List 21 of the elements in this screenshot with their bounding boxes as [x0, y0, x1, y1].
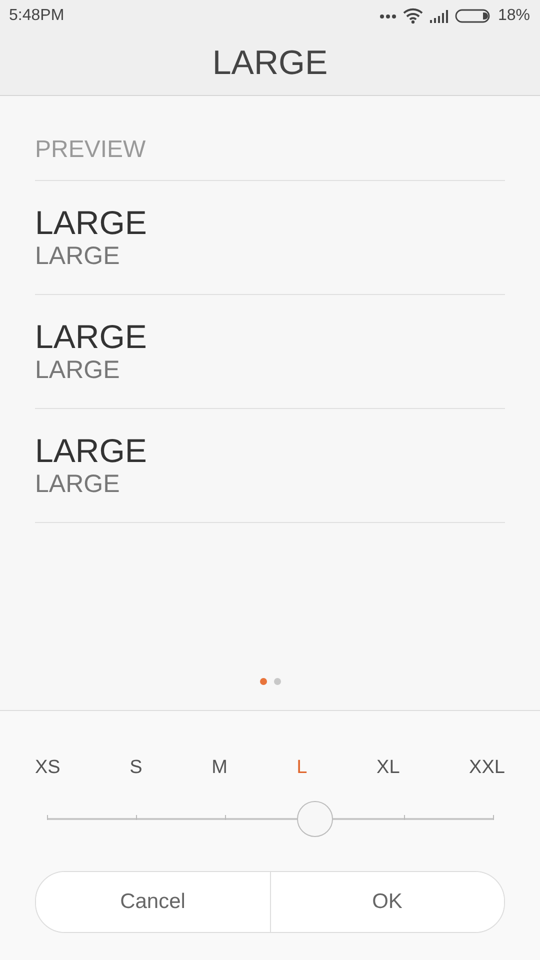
size-label[interactable]: XXL: [469, 757, 505, 779]
status-time: 5:48PM: [9, 7, 64, 25]
size-label[interactable]: XL: [376, 757, 400, 779]
more-dots-icon: [380, 14, 396, 18]
size-label[interactable]: M: [212, 757, 228, 779]
preview-title: LARGE: [35, 204, 148, 240]
battery-icon: [454, 9, 491, 23]
preview-title: LARGE: [35, 318, 148, 354]
slider-thumb[interactable]: [296, 801, 333, 837]
preview-subtitle: LARGE: [35, 468, 121, 498]
size-label[interactable]: S: [130, 757, 142, 779]
preview-title: LARGE: [35, 432, 148, 468]
page-title: LARGE: [212, 44, 328, 83]
wifi-icon: [402, 8, 423, 24]
preview-label: PREVIEW: [35, 136, 146, 164]
signal-icon: [430, 10, 448, 22]
preview-subtitle: LARGE: [35, 240, 121, 270]
battery-percent: 18%: [498, 7, 530, 25]
preview-subtitle: LARGE: [35, 354, 121, 384]
size-label[interactable]: XS: [35, 757, 60, 779]
cancel-button[interactable]: Cancel: [36, 872, 270, 932]
